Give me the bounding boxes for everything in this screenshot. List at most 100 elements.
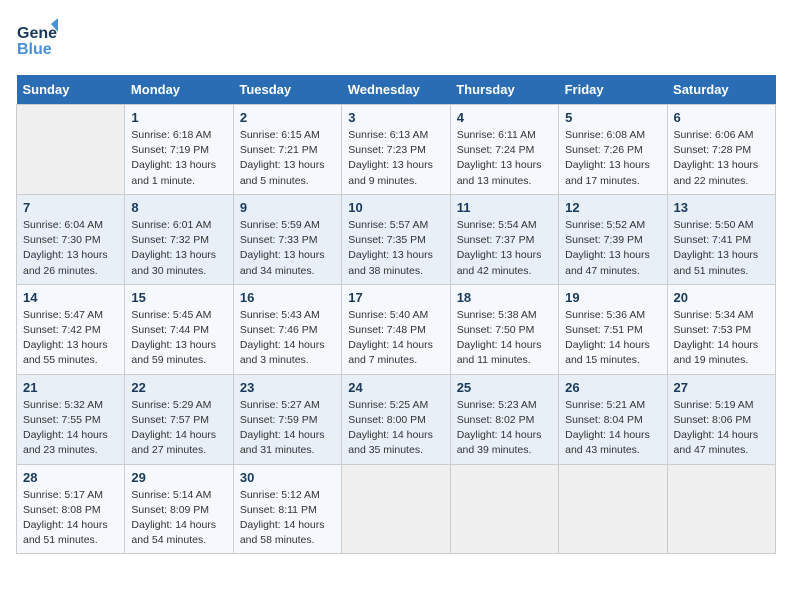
calendar-cell: 5 Sunrise: 6:08 AMSunset: 7:26 PMDaylight… [559, 105, 667, 195]
logo-icon: General Blue [16, 16, 58, 58]
day-info: Sunrise: 5:45 AMSunset: 7:44 PMDaylight:… [131, 308, 226, 369]
day-number: 22 [131, 380, 226, 395]
day-info: Sunrise: 5:23 AMSunset: 8:02 PMDaylight:… [457, 398, 552, 459]
calendar-cell: 16Sunrise: 5:43 AMSunset: 7:46 PMDayligh… [233, 284, 341, 374]
header-day-saturday: Saturday [667, 75, 775, 105]
day-info: Sunrise: 5:50 AMSunset: 7:41 PMDaylight:… [674, 218, 769, 279]
day-info: Sunrise: 5:52 AMSunset: 7:39 PMDaylight:… [565, 218, 660, 279]
day-number: 4 [457, 110, 552, 125]
calendar-cell: 22 Sunrise: 5:29 AMSunset: 7:57 PMDayligh… [125, 374, 233, 464]
calendar-cell [667, 464, 775, 554]
calendar-cell: 19Sunrise: 5:36 AMSunset: 7:51 PMDayligh… [559, 284, 667, 374]
calendar-cell [559, 464, 667, 554]
header-day-thursday: Thursday [450, 75, 558, 105]
calendar-cell: 2 Sunrise: 6:15 AMSunset: 7:21 PMDaylight… [233, 105, 341, 195]
calendar-cell: 20 Sunrise: 5:34 AMSunset: 7:53 PMDayligh… [667, 284, 775, 374]
day-info: Sunrise: 5:21 AMSunset: 8:04 PMDaylight:… [565, 398, 660, 459]
day-info: Sunrise: 6:18 AMSunset: 7:19 PMDaylight:… [131, 128, 226, 189]
calendar-week-row: 14 Sunrise: 5:47 AMSunset: 7:42 PMDayligh… [17, 284, 776, 374]
calendar-week-row: 7Sunrise: 6:04 AMSunset: 7:30 PMDaylight… [17, 194, 776, 284]
calendar-cell: 18 Sunrise: 5:38 AMSunset: 7:50 PMDayligh… [450, 284, 558, 374]
day-number: 12 [565, 200, 660, 215]
day-number: 19 [565, 290, 660, 305]
day-number: 25 [457, 380, 552, 395]
calendar-cell: 9 Sunrise: 5:59 AMSunset: 7:33 PMDaylight… [233, 194, 341, 284]
day-number: 8 [131, 200, 226, 215]
day-info: Sunrise: 5:29 AMSunset: 7:57 PMDaylight:… [131, 398, 226, 459]
day-info: Sunrise: 5:19 AMSunset: 8:06 PMDaylight:… [674, 398, 769, 459]
calendar-cell: 23 Sunrise: 5:27 AMSunset: 7:59 PMDayligh… [233, 374, 341, 464]
day-info: Sunrise: 5:38 AMSunset: 7:50 PMDaylight:… [457, 308, 552, 369]
day-number: 3 [348, 110, 443, 125]
day-number: 14 [23, 290, 118, 305]
day-number: 20 [674, 290, 769, 305]
svg-text:General: General [17, 25, 58, 42]
calendar-cell: 11 Sunrise: 5:54 AMSunset: 7:37 PMDayligh… [450, 194, 558, 284]
calendar-cell: 10 Sunrise: 5:57 AMSunset: 7:35 PMDayligh… [342, 194, 450, 284]
calendar-cell: 15 Sunrise: 5:45 AMSunset: 7:44 PMDayligh… [125, 284, 233, 374]
day-number: 21 [23, 380, 118, 395]
header-day-sunday: Sunday [17, 75, 125, 105]
day-info: Sunrise: 5:27 AMSunset: 7:59 PMDaylight:… [240, 398, 335, 459]
calendar-cell [342, 464, 450, 554]
calendar-cell: 7Sunrise: 6:04 AMSunset: 7:30 PMDaylight… [17, 194, 125, 284]
calendar-cell: 29 Sunrise: 5:14 AMSunset: 8:09 PMDayligh… [125, 464, 233, 554]
header-day-monday: Monday [125, 75, 233, 105]
day-number: 1 [131, 110, 226, 125]
day-number: 6 [674, 110, 769, 125]
day-info: Sunrise: 6:15 AMSunset: 7:21 PMDaylight:… [240, 128, 335, 189]
day-number: 24 [348, 380, 443, 395]
day-info: Sunrise: 5:54 AMSunset: 7:37 PMDaylight:… [457, 218, 552, 279]
logo: General Blue [16, 16, 58, 63]
day-info: Sunrise: 6:13 AMSunset: 7:23 PMDaylight:… [348, 128, 443, 189]
day-info: Sunrise: 5:14 AMSunset: 8:09 PMDaylight:… [131, 488, 226, 549]
calendar-cell: 21Sunrise: 5:32 AMSunset: 7:55 PMDayligh… [17, 374, 125, 464]
calendar-cell: 14 Sunrise: 5:47 AMSunset: 7:42 PMDayligh… [17, 284, 125, 374]
day-info: Sunrise: 5:43 AMSunset: 7:46 PMDaylight:… [240, 308, 335, 369]
day-info: Sunrise: 6:08 AMSunset: 7:26 PMDaylight:… [565, 128, 660, 189]
day-number: 13 [674, 200, 769, 215]
calendar-cell: 6Sunrise: 6:06 AMSunset: 7:28 PMDaylight… [667, 105, 775, 195]
calendar-cell: 17 Sunrise: 5:40 AMSunset: 7:48 PMDayligh… [342, 284, 450, 374]
calendar-cell: 30 Sunrise: 5:12 AMSunset: 8:11 PMDayligh… [233, 464, 341, 554]
day-number: 5 [565, 110, 660, 125]
day-info: Sunrise: 5:47 AMSunset: 7:42 PMDaylight:… [23, 308, 118, 369]
day-info: Sunrise: 5:34 AMSunset: 7:53 PMDaylight:… [674, 308, 769, 369]
day-number: 29 [131, 470, 226, 485]
header-day-wednesday: Wednesday [342, 75, 450, 105]
calendar-cell: 13 Sunrise: 5:50 AMSunset: 7:41 PMDayligh… [667, 194, 775, 284]
page-header: General Blue [16, 16, 776, 63]
day-number: 28 [23, 470, 118, 485]
day-number: 23 [240, 380, 335, 395]
day-info: Sunrise: 6:11 AMSunset: 7:24 PMDaylight:… [457, 128, 552, 189]
day-number: 27 [674, 380, 769, 395]
day-info: Sunrise: 5:12 AMSunset: 8:11 PMDaylight:… [240, 488, 335, 549]
day-number: 10 [348, 200, 443, 215]
header-day-tuesday: Tuesday [233, 75, 341, 105]
calendar-cell [450, 464, 558, 554]
calendar-cell: 26 Sunrise: 5:21 AMSunset: 8:04 PMDayligh… [559, 374, 667, 464]
calendar-week-row: 1 Sunrise: 6:18 AMSunset: 7:19 PMDaylight… [17, 105, 776, 195]
day-number: 11 [457, 200, 552, 215]
calendar-header-row: SundayMondayTuesdayWednesdayThursdayFrid… [17, 75, 776, 105]
day-number: 15 [131, 290, 226, 305]
calendar-cell: 1 Sunrise: 6:18 AMSunset: 7:19 PMDaylight… [125, 105, 233, 195]
day-number: 2 [240, 110, 335, 125]
calendar-cell: 8Sunrise: 6:01 AMSunset: 7:32 PMDaylight… [125, 194, 233, 284]
calendar-table: SundayMondayTuesdayWednesdayThursdayFrid… [16, 75, 776, 554]
calendar-cell: 25 Sunrise: 5:23 AMSunset: 8:02 PMDayligh… [450, 374, 558, 464]
day-number: 30 [240, 470, 335, 485]
svg-text:Blue: Blue [17, 41, 52, 58]
day-info: Sunrise: 5:59 AMSunset: 7:33 PMDaylight:… [240, 218, 335, 279]
calendar-week-row: 21Sunrise: 5:32 AMSunset: 7:55 PMDayligh… [17, 374, 776, 464]
calendar-week-row: 28Sunrise: 5:17 AMSunset: 8:08 PMDayligh… [17, 464, 776, 554]
day-info: Sunrise: 5:40 AMSunset: 7:48 PMDaylight:… [348, 308, 443, 369]
day-number: 9 [240, 200, 335, 215]
day-info: Sunrise: 5:57 AMSunset: 7:35 PMDaylight:… [348, 218, 443, 279]
day-number: 26 [565, 380, 660, 395]
day-number: 17 [348, 290, 443, 305]
day-number: 18 [457, 290, 552, 305]
header-day-friday: Friday [559, 75, 667, 105]
calendar-cell: 3 Sunrise: 6:13 AMSunset: 7:23 PMDaylight… [342, 105, 450, 195]
day-info: Sunrise: 5:25 AMSunset: 8:00 PMDaylight:… [348, 398, 443, 459]
